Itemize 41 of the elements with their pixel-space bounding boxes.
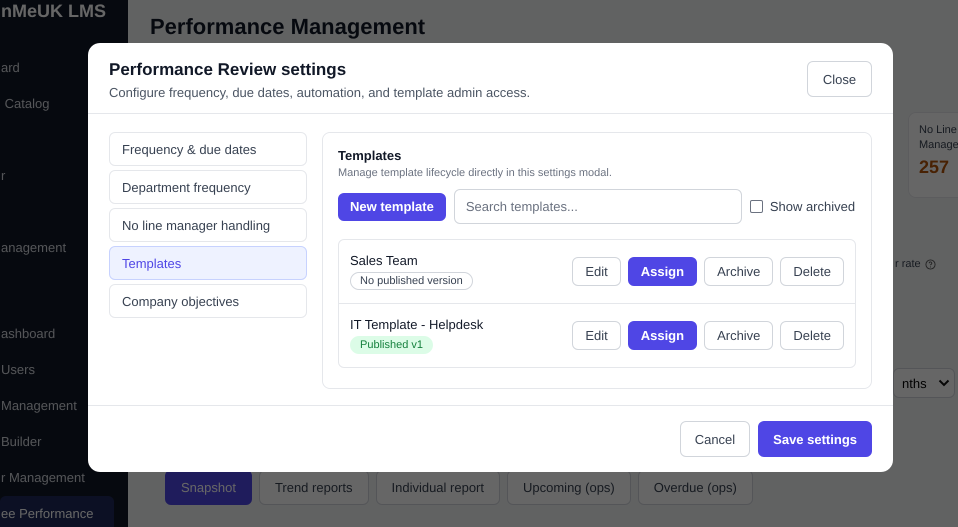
action-button[interactable]: Archive xyxy=(704,321,774,350)
action-button[interactable]: Edit xyxy=(572,321,621,350)
action-button[interactable]: Delete xyxy=(780,321,844,350)
new-template-button[interactable]: New template xyxy=(338,192,446,220)
checkbox-label: Show archived xyxy=(770,199,856,214)
sidebar-item[interactable]: ee Performance xyxy=(0,496,114,527)
brand-name: nMeUK LMS xyxy=(0,1,107,21)
close-button[interactable]: Close xyxy=(807,61,872,97)
chevron-down-icon xyxy=(938,379,950,387)
template-name: Sales Team xyxy=(350,253,418,268)
status-badge: Published v1 xyxy=(350,336,433,354)
search-field[interactable]: Search templates... xyxy=(454,189,742,224)
checkbox[interactable] xyxy=(750,200,763,213)
settings-nav-item[interactable]: Frequency & due dates xyxy=(109,132,307,166)
help-icon xyxy=(924,258,936,270)
cancel-button[interactable]: Cancel xyxy=(680,421,750,457)
page-title: Performance Management xyxy=(150,14,426,40)
status-badge: No published version xyxy=(350,272,473,290)
settings-nav-item[interactable]: No line manager handling xyxy=(109,208,307,242)
modal-subtitle: Configure frequency, due dates, automation, and template admin access. xyxy=(109,85,530,100)
save-button[interactable]: Save settings xyxy=(758,421,872,457)
settings-nav-item[interactable]: Templates xyxy=(109,246,307,280)
report-tab[interactable]: Trend reports xyxy=(258,470,368,505)
action-button[interactable]: Archive xyxy=(704,257,774,286)
action-button[interactable]: Assign xyxy=(628,321,698,350)
report-tab[interactable]: Individual report xyxy=(376,470,500,505)
action-button[interactable]: Assign xyxy=(628,257,698,286)
settings-nav-item[interactable]: Company objectives xyxy=(109,284,307,318)
modal-title: Performance Review settings xyxy=(109,60,348,80)
period-select[interactable]: nths xyxy=(893,368,955,398)
section-title: Templates xyxy=(338,148,402,163)
settings-nav-item[interactable]: Department frequency xyxy=(109,170,307,204)
stat-label: No Line Manage xyxy=(919,123,958,153)
action-button[interactable]: Delete xyxy=(780,257,844,286)
stat-value: 257 xyxy=(919,157,950,178)
action-button[interactable]: Edit xyxy=(572,257,621,286)
report-tab[interactable]: Upcoming (ops) xyxy=(507,470,631,505)
rate-label: r rate xyxy=(895,258,921,270)
template-name: IT Template - Helpdesk xyxy=(350,317,484,332)
section-subtitle: Manage template lifecycle directly in this settings modal. xyxy=(338,167,613,179)
report-tab[interactable]: Overdue (ops) xyxy=(638,470,753,505)
